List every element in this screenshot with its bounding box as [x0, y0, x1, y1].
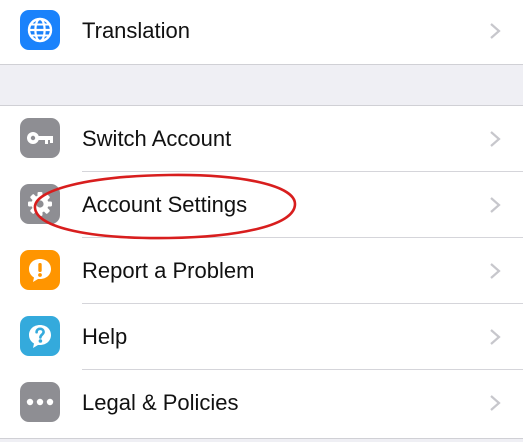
menu-group-main: Switch Account Account Settings Report a…: [0, 105, 523, 439]
settings-screen: Translation Switch Account Account Setti…: [0, 0, 523, 442]
menu-item-help[interactable]: Help: [0, 304, 523, 370]
menu-group-top: Translation: [0, 0, 523, 65]
menu-item-legal-and-policies[interactable]: Legal & Policies: [0, 370, 523, 436]
chevron-right-icon: [490, 263, 501, 279]
menu-item-label: Report a Problem: [82, 258, 255, 283]
menu-item-label: Help: [82, 324, 128, 349]
chevron-right-icon: [490, 197, 501, 213]
menu-item-translation[interactable]: Translation: [0, 0, 523, 66]
globe-icon: [20, 10, 60, 50]
menu-item-account-settings[interactable]: Account Settings: [0, 172, 523, 238]
menu-item-switch-account[interactable]: Switch Account: [0, 106, 523, 172]
ellipsis-icon: [20, 382, 60, 422]
menu-item-report-a-problem[interactable]: Report a Problem: [0, 238, 523, 304]
chevron-right-icon: [490, 23, 501, 39]
exclamation-icon: [20, 250, 60, 290]
gear-icon: [20, 184, 60, 224]
chevron-right-icon: [490, 329, 501, 345]
menu-item-label: Translation: [82, 18, 191, 43]
menu-item-label: Account Settings: [82, 192, 248, 217]
chevron-right-icon: [490, 131, 501, 147]
menu-item-label: Legal & Policies: [82, 390, 239, 415]
chevron-right-icon: [490, 395, 501, 411]
key-icon: [20, 118, 60, 158]
menu-item-label: Switch Account: [82, 126, 232, 151]
question-icon: [20, 316, 60, 356]
